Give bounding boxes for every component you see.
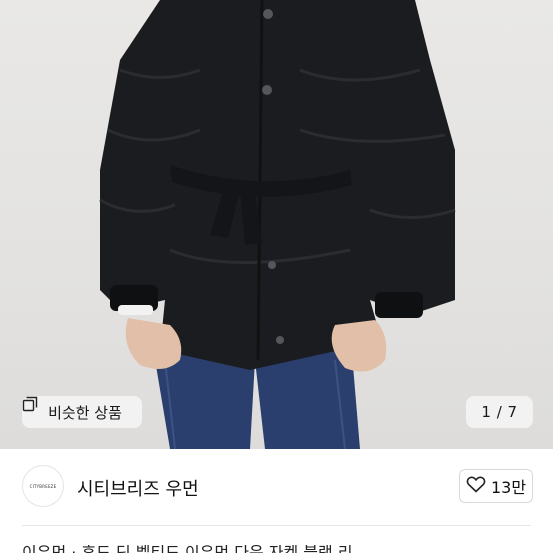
product-title-partial: 이우먼 · 후드 딘 벨티드 이우먼 다운 자켓 블랙 리	[22, 545, 353, 553]
seller-row[interactable]: CITYBREEZE 시티브리즈 우먼 13만	[0, 449, 553, 525]
similar-products-button[interactable]: 비슷한 상품	[22, 396, 142, 428]
like-count: 13만	[490, 478, 527, 497]
divider	[22, 525, 531, 526]
avatar-logo-text: CITYBREEZE	[29, 483, 57, 489]
product-photo[interactable]: 비슷한 상품 1 / 7	[0, 0, 553, 449]
image-counter: 1 / 7	[466, 396, 533, 428]
heart-icon	[466, 475, 486, 497]
similar-products-label: 비슷한 상품	[48, 403, 122, 422]
seller-name[interactable]: 시티브리즈 우먼	[77, 475, 199, 501]
like-button[interactable]: 13만	[459, 469, 533, 503]
seller-avatar[interactable]: CITYBREEZE	[22, 465, 64, 507]
model-in-black-puffer-jacket-illustration	[99, 0, 456, 449]
